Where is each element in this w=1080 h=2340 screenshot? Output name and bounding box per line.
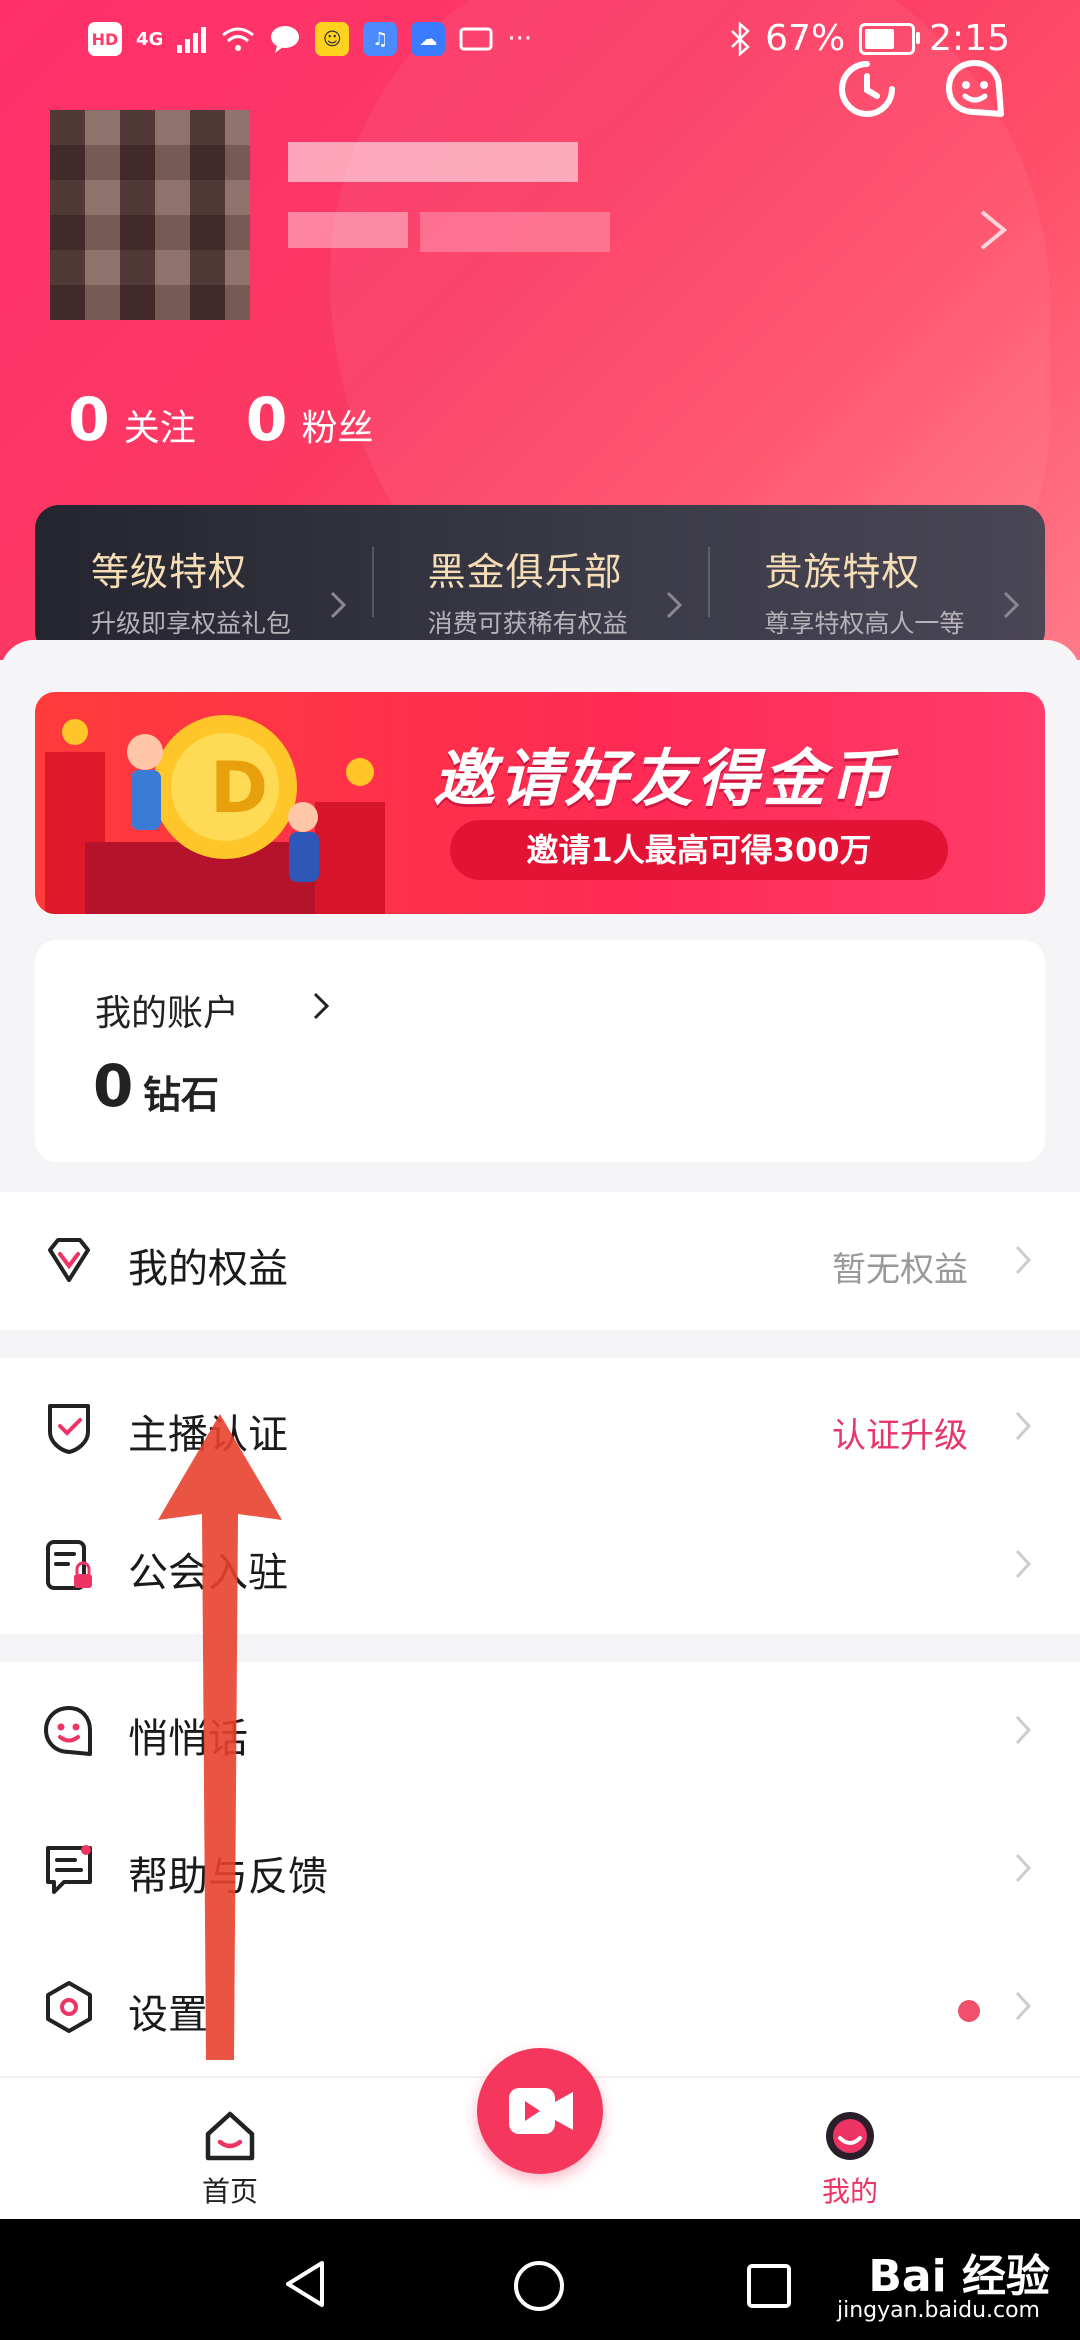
- chevron-right-icon: [1015, 1245, 1032, 1275]
- banner-title: 邀请好友得金币: [433, 742, 896, 815]
- chevron-right-icon: [667, 591, 683, 619]
- username-blurred[interactable]: [288, 142, 578, 182]
- row-value: 认证升级: [832, 1416, 968, 1456]
- chevron-right-icon: [1015, 1549, 1032, 1579]
- cast-icon: [459, 27, 493, 51]
- notification-dot: [958, 2000, 980, 2022]
- network-label: 4G: [136, 28, 164, 50]
- privilege-black-gold[interactable]: 黑金俱乐部 消费可获稀有权益: [371, 505, 709, 655]
- following-count: 0: [68, 385, 110, 455]
- follow-stats: 0 关注 0 粉丝: [68, 385, 374, 455]
- weather-app-icon: ☁: [411, 22, 446, 56]
- recents-icon[interactable]: [746, 2263, 792, 2309]
- privilege-noble[interactable]: 贵族特权 尊享特权高人一等: [708, 505, 1045, 655]
- more-notifications-icon: ···: [507, 24, 533, 54]
- following-label: 关注: [123, 408, 196, 449]
- invite-banner[interactable]: D 邀请好友得金币 邀请1人最高可得300万: [35, 692, 1045, 914]
- privilege-title: 等级特权: [91, 550, 248, 594]
- feedback-icon: [46, 1845, 92, 1894]
- back-icon[interactable]: [282, 2259, 330, 2309]
- home-icon: [205, 2111, 255, 2161]
- chevron-right-icon: [313, 992, 329, 1020]
- hd-icon: HD: [88, 22, 122, 56]
- following-stat[interactable]: 0 关注: [68, 385, 196, 455]
- chevron-right-icon: [1015, 1411, 1032, 1441]
- row-label: 我的权益: [128, 1246, 288, 1292]
- go-live-button[interactable]: [477, 2048, 603, 2174]
- banner-subtitle: 邀请1人最高可得300万: [450, 820, 948, 880]
- privilege-card: 等级特权 升级即享权益礼包 黑金俱乐部 消费可获稀有权益 贵族特权 尊享特权高人…: [35, 505, 1045, 655]
- account-card[interactable]: 我的账户 0 钻石: [35, 940, 1045, 1162]
- me-icon: [826, 2112, 874, 2160]
- status-right: 67% 2:15: [729, 18, 1010, 59]
- bluetooth-icon: [731, 21, 750, 56]
- chevron-right-icon: [1015, 1715, 1032, 1745]
- guild-icon: [46, 1540, 92, 1590]
- chevron-right-icon: [330, 591, 346, 619]
- account-title: 我的账户: [95, 993, 240, 1034]
- chevron-right-icon: [1015, 1853, 1032, 1883]
- status-left: HD 4G ☺ ♫ ☁ ···: [88, 22, 532, 56]
- clock: 2:15: [929, 18, 1010, 59]
- status-bar: HD 4G ☺ ♫ ☁ ··· 67% 2:15: [0, 0, 1080, 84]
- history-icon[interactable]: [836, 58, 898, 120]
- shield-check-icon: [48, 1404, 90, 1454]
- fans-count: 0: [245, 385, 288, 455]
- user-id-blurred: [288, 212, 408, 248]
- tab-me-label: 我的: [821, 2175, 878, 2208]
- diamond-unit: 钻石: [143, 1073, 220, 1117]
- watermark-brand: Bai 经验: [868, 2251, 1050, 2302]
- music-app-icon: ♫: [363, 22, 398, 56]
- battery-icon: [859, 22, 921, 55]
- tab-me[interactable]: 我的: [770, 2078, 930, 2220]
- rights-section: 我的权益 暂无权益: [0, 1192, 1080, 1330]
- avatar[interactable]: [50, 110, 250, 320]
- diamond-count: 0: [93, 1052, 134, 1120]
- profile-header: HD 4G ☺ ♫ ☁ ··· 67% 2:15 0 关注 0 粉丝 等级特权 …: [0, 0, 1080, 660]
- battery-fill: [865, 28, 895, 49]
- message-app-icon: [271, 26, 300, 53]
- privilege-level[interactable]: 等级特权 升级即享权益礼包: [35, 505, 372, 655]
- app-notification-icon: ☺: [315, 22, 350, 56]
- signal-icon: [177, 27, 207, 53]
- battery-percent: 67%: [765, 18, 846, 59]
- video-camera-icon: [509, 2088, 573, 2134]
- home-nav-icon[interactable]: [512, 2259, 566, 2313]
- chevron-right-icon: [1003, 591, 1020, 619]
- message-icon[interactable]: [944, 58, 1006, 120]
- menu-row-rights[interactable]: 我的权益 暂无权益: [0, 1192, 1080, 1330]
- fans-stat[interactable]: 0 粉丝: [246, 385, 374, 455]
- diamond-icon: [48, 1238, 90, 1282]
- tab-home[interactable]: 首页: [150, 2078, 310, 2220]
- chat-bubble-icon: [44, 1706, 92, 1756]
- settings-icon: [46, 1981, 92, 2033]
- privilege-title: 黑金俱乐部: [427, 550, 623, 594]
- svg-text:D: D: [210, 747, 268, 829]
- user-tag-blurred: [420, 212, 610, 252]
- coin-illustration: D: [45, 715, 385, 914]
- chevron-right-icon: [1015, 1991, 1032, 2021]
- row-value: 暂无权益: [832, 1250, 968, 1290]
- privilege-title: 贵族特权: [764, 550, 921, 594]
- profile-chevron-icon[interactable]: [976, 208, 1010, 252]
- tab-home-label: 首页: [201, 2175, 258, 2208]
- fans-label: 粉丝: [301, 408, 374, 449]
- wifi-icon: [222, 27, 255, 51]
- annotation-arrow: [158, 1414, 282, 2060]
- watermark-url: jingyan.baidu.com: [836, 2298, 1040, 2323]
